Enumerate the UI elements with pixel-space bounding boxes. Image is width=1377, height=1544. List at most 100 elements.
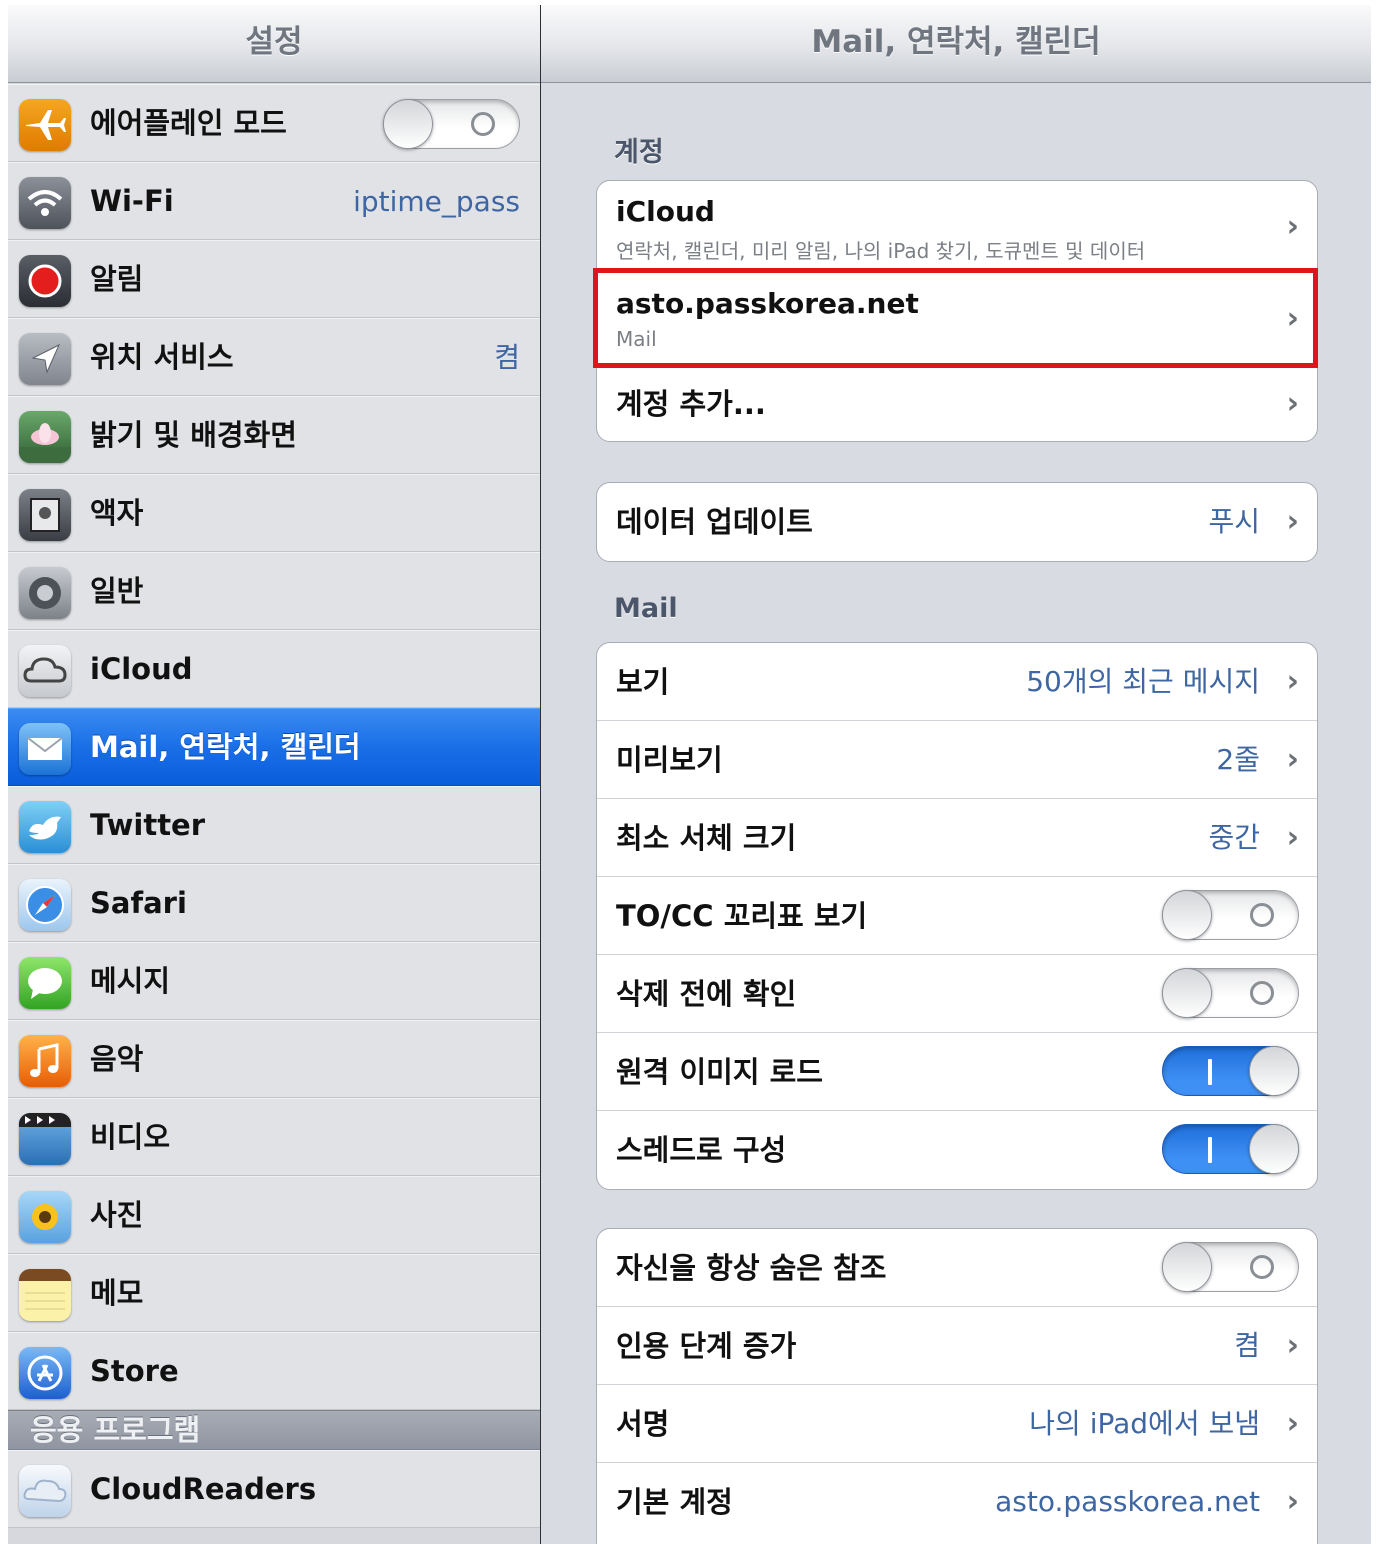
sidebar-item-icloud[interactable]: iCloud [8, 630, 540, 708]
apps-section-header: 응용 프로그램 [8, 1410, 540, 1450]
chevron-right-icon: › [1286, 820, 1299, 855]
messages-icon [19, 957, 71, 1009]
sidebar-item-videos[interactable]: 비디오 [8, 1098, 540, 1176]
increase-quote-level-row[interactable]: 인용 단계 증가 켬 › [597, 1307, 1317, 1385]
sidebar-item-label: 액자 [90, 496, 144, 530]
preview-row[interactable]: 미리보기 2줄 › [597, 721, 1317, 799]
row-label: 스레드로 구성 [616, 1133, 787, 1167]
sidebar-item-label: CloudReaders [90, 1472, 317, 1506]
airplane-mode-switch[interactable] [383, 99, 520, 149]
sidebar-item-general[interactable]: 일반 [8, 552, 540, 630]
photos-icon [19, 1191, 71, 1243]
sidebar-item-label: Wi-Fi [90, 184, 174, 218]
sidebar-item-label: 밝기 및 배경화면 [90, 418, 297, 452]
chevron-right-icon: › [1286, 301, 1299, 336]
location-icon [19, 333, 71, 385]
row-label: 기본 계정 [616, 1485, 733, 1519]
row-label: 보기 [616, 665, 670, 699]
settings-list: 에어플레인 모드 Wi-Fi iptime_pass 알림 위치 서비스 켬 밝… [8, 84, 540, 1528]
chevron-right-icon: › [1286, 504, 1299, 539]
mail-section-header: Mail [614, 593, 678, 624]
row-value: 중간 [1208, 821, 1260, 854]
load-remote-images-switch[interactable] [1162, 1046, 1299, 1096]
add-account-label: 계정 추가... [616, 387, 766, 421]
mail-icon [19, 723, 71, 775]
settings-sidebar: 설정 에어플레인 모드 Wi-Fi iptime_pass 알림 위치 서비스 … [8, 5, 540, 1544]
signature-row[interactable]: 서명 나의 iPad에서 보냄 › [597, 1385, 1317, 1463]
sidebar-item-notifications[interactable]: 알림 [8, 240, 540, 318]
minimum-font-size-row[interactable]: 최소 서체 크기 중간 › [597, 799, 1317, 877]
sidebar-item-twitter[interactable]: Twitter [8, 786, 540, 864]
detail-pane: Mail, 연락처, 캘린더 계정 iCloud 연락처, 캘린더, 미리 알림… [541, 5, 1371, 1544]
location-services-value: 켬 [494, 341, 520, 374]
sidebar-title: 설정 [8, 5, 540, 83]
sidebar-item-label: 일반 [90, 574, 144, 608]
account-icloud[interactable]: iCloud 연락처, 캘린더, 미리 알림, 나의 iPad 찾기, 도큐멘트… [597, 181, 1317, 273]
notifications-icon [19, 255, 71, 307]
sidebar-item-airplane-mode[interactable]: 에어플레인 모드 [8, 84, 540, 162]
chevron-right-icon: › [1286, 386, 1299, 421]
sidebar-item-wifi[interactable]: Wi-Fi iptime_pass [8, 162, 540, 240]
row-value: asto.passkorea.net [995, 1485, 1260, 1518]
sidebar-item-cloudreaders[interactable]: CloudReaders [8, 1450, 540, 1528]
sidebar-item-brightness-wallpaper[interactable]: 밝기 및 배경화면 [8, 396, 540, 474]
sidebar-item-label: Safari [90, 886, 187, 920]
sidebar-item-label: 에어플레인 모드 [90, 106, 287, 140]
chevron-right-icon: › [1286, 664, 1299, 699]
always-bcc-myself-switch[interactable] [1162, 1242, 1299, 1292]
organize-by-thread-row: 스레드로 구성 [597, 1111, 1317, 1189]
default-account-row[interactable]: 기본 계정 asto.passkorea.net › [597, 1463, 1317, 1541]
to-cc-label-switch[interactable] [1162, 890, 1299, 940]
sidebar-item-messages[interactable]: 메시지 [8, 942, 540, 1020]
gear-icon [19, 567, 71, 619]
sidebar-item-label: 음악 [90, 1042, 144, 1076]
always-bcc-myself-row: 자신을 항상 숨은 참조 [597, 1229, 1317, 1307]
sidebar-item-picture-frame[interactable]: 액자 [8, 474, 540, 552]
sidebar-item-location-services[interactable]: 위치 서비스 켬 [8, 318, 540, 396]
organize-by-thread-switch[interactable] [1162, 1124, 1299, 1174]
music-icon [19, 1035, 71, 1087]
sidebar-item-store[interactable]: Store [8, 1332, 540, 1410]
sidebar-item-label: Twitter [90, 808, 206, 842]
detail-title: Mail, 연락처, 캘린더 [541, 5, 1371, 83]
sidebar-item-music[interactable]: 음악 [8, 1020, 540, 1098]
row-value: 50개의 최근 메시지 [1026, 665, 1260, 698]
safari-icon [19, 879, 71, 931]
video-icon [19, 1113, 71, 1165]
show-row[interactable]: 보기 50개의 최근 메시지 › [597, 643, 1317, 721]
load-remote-images-row: 원격 이미지 로드 [597, 1033, 1317, 1111]
row-label: 삭제 전에 확인 [616, 977, 797, 1011]
cloudreaders-icon [19, 1465, 71, 1517]
chevron-right-icon: › [1286, 1484, 1299, 1519]
picture-frame-icon [19, 489, 71, 541]
fetch-new-data-row[interactable]: 데이터 업데이트 푸시 › [597, 483, 1317, 561]
chevron-right-icon: › [1286, 1406, 1299, 1441]
account-subtitle: 연락처, 캘린더, 미리 알림, 나의 iPad 찾기, 도큐멘트 및 데이터 [616, 239, 1146, 263]
account-asto-passkorea[interactable]: asto.passkorea.net Mail › [597, 273, 1317, 365]
row-label: 자신을 항상 숨은 참조 [616, 1251, 887, 1285]
sidebar-item-label: iCloud [90, 652, 193, 686]
sidebar-item-label: 메시지 [90, 964, 171, 998]
chevron-right-icon: › [1286, 209, 1299, 244]
row-label: 원격 이미지 로드 [616, 1055, 823, 1089]
sidebar-item-label: 사진 [90, 1198, 144, 1232]
add-account-row[interactable]: 계정 추가... › [597, 365, 1317, 441]
sidebar-item-label: Mail, 연락처, 캘린더 [90, 730, 361, 764]
row-label: TO/CC 꼬리표 보기 [616, 899, 868, 933]
sidebar-item-notes[interactable]: 메모 [8, 1254, 540, 1332]
ask-before-deleting-row: 삭제 전에 확인 [597, 955, 1317, 1033]
row-label: 서명 [616, 1407, 670, 1441]
sidebar-item-label: 비디오 [90, 1120, 171, 1154]
app-store-icon [19, 1347, 71, 1399]
sidebar-item-photos[interactable]: 사진 [8, 1176, 540, 1254]
ask-before-deleting-switch[interactable] [1162, 968, 1299, 1018]
row-value: 2줄 [1216, 743, 1260, 776]
mail-settings-group: 보기 50개의 최근 메시지 › 미리보기 2줄 › 최소 서체 크기 중간 ›… [596, 642, 1318, 1190]
sidebar-item-mail-contacts-calendars[interactable]: Mail, 연락처, 캘린더 [8, 708, 540, 786]
airplane-icon [19, 99, 71, 151]
twitter-icon [19, 801, 71, 853]
row-label: 미리보기 [616, 743, 723, 777]
fetch-label: 데이터 업데이트 [616, 505, 813, 539]
sidebar-item-safari[interactable]: Safari [8, 864, 540, 942]
row-label: 최소 서체 크기 [616, 821, 797, 855]
